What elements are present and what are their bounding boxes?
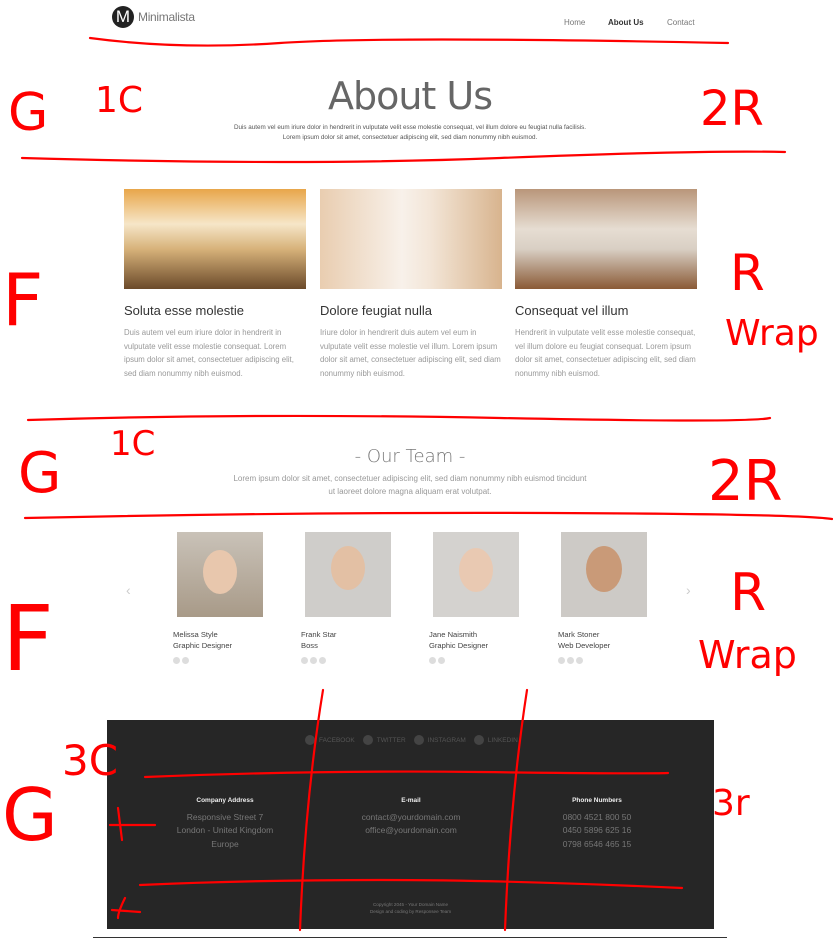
annotation-label: 2R <box>700 81 764 137</box>
annotation-label: F <box>2 258 43 342</box>
annotation-label: G <box>8 83 48 143</box>
annotation-label: G <box>2 773 58 857</box>
annotation-line <box>138 878 684 890</box>
annotation-line <box>26 414 772 422</box>
annotation-label: Wrap <box>725 313 819 354</box>
annotation-label: 3C <box>62 736 118 785</box>
annotation-mark <box>108 806 157 842</box>
annotation-label: 2R <box>708 449 783 514</box>
annotation-line <box>503 688 529 932</box>
annotation-label: 1C <box>95 80 143 121</box>
annotation-overlay: G 1C 2R F R Wrap G 1C 2R F R Wrap 3C G 3… <box>2 36 833 932</box>
annotation-label: 3r <box>712 783 750 824</box>
annotation-label: F <box>2 587 54 692</box>
annotation-line <box>20 150 787 164</box>
annotation-label: R <box>730 244 765 302</box>
annotation-label: Wrap <box>698 633 797 677</box>
annotation-line <box>88 36 730 47</box>
annotation-line <box>298 688 325 932</box>
annotation-label: 1C <box>110 424 155 464</box>
annotation-line <box>143 770 670 779</box>
annotation-mark <box>110 896 142 920</box>
annotation-label: R <box>730 563 766 623</box>
annotation-label: G <box>18 441 61 506</box>
